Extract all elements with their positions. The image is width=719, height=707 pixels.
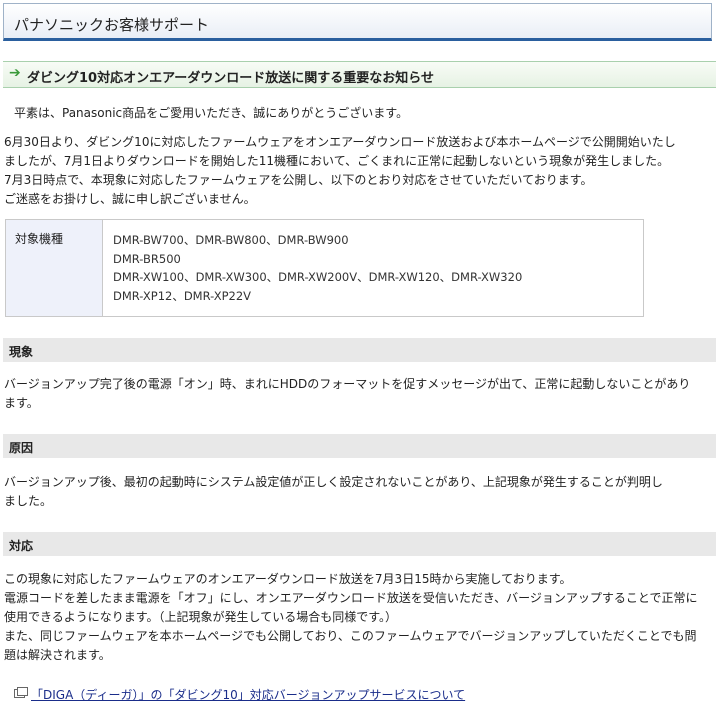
body-line-2: ましたが、7月1日よりダウンロードを開始した11機種において、ごくまれに正常に起…	[4, 154, 670, 168]
target-models-label: 対象機種	[15, 232, 64, 246]
body-line-3: 7月3日時点で、本現象に対応したファームウェアを公開し、以下のとおり対応をさせて…	[4, 173, 593, 187]
notice-title-bar: ➔ ダビング10対応オンエアーダウンロード放送に関する重要なお知らせ	[3, 61, 716, 88]
new-window-icon	[14, 687, 28, 698]
cause-line-2: ました。	[4, 494, 53, 508]
section-heading-label: 対応	[9, 539, 34, 553]
section-heading-label: 現象	[9, 345, 34, 359]
response-line-2: 電源コードを差したまま電源を「オフ」にし、オンエアーダウンロード放送を受信いただ…	[4, 591, 698, 605]
section-heading-cause: 原因	[3, 434, 716, 458]
site-header: パナソニックお客様サポート	[3, 3, 712, 41]
site-title: パナソニックお客様サポート	[14, 16, 210, 34]
model-line: DMR-XP12、DMR-XP22V	[113, 288, 252, 303]
body-line-4: ご迷惑をお掛けし、誠に申し訳ございません。	[4, 192, 256, 206]
cause-line-1: バージョンアップ後、最初の起動時にシステム設定値が正しく設定されないことがあり、…	[4, 475, 663, 489]
intro-text: 平素は、Panasonic商品をご愛用いただき、誠にありがとうございます。	[14, 106, 409, 120]
symptom-line-1: バージョンアップ完了後の電源「オン」時、まれにHDDのフォーマットを促すメッセー…	[4, 377, 691, 391]
response-line-4: また、同じファームウェアを本ホームページでも公開しており、このファームウェアでバ…	[4, 629, 697, 643]
target-models-list: DMR-BW700、DMR-BW800、DMR-BW900 DMR-BR500 …	[113, 231, 522, 305]
model-line: DMR-XW100、DMR-XW300、DMR-XW200V、DMR-XW120…	[113, 270, 523, 284]
response-line-5: 題は解決されます。	[4, 648, 111, 662]
section-heading-symptom: 現象	[3, 338, 716, 362]
section-heading-label: 原因	[9, 441, 34, 455]
arrow-right-icon: ➔	[9, 65, 21, 81]
diga-dubbing10-link[interactable]: 「DIGA（ディーガ）」の「ダビング10」対応バージョンアップサービスについて	[31, 688, 465, 702]
model-line: DMR-BW700、DMR-BW800、DMR-BW900	[113, 233, 349, 247]
response-line-1: この現象に対応したファームウェアのオンエアーダウンロード放送を7月3日15時から…	[4, 572, 572, 586]
notice-title: ダビング10対応オンエアーダウンロード放送に関する重要なお知らせ	[27, 71, 435, 86]
page: パナソニックお客様サポート ➔ ダビング10対応オンエアーダウンロード放送に関す…	[0, 0, 719, 707]
footer-link-row: 「DIGA（ディーガ）」の「ダビング10」対応バージョンアップサービスについて	[14, 686, 465, 703]
target-models-table: 対象機種 DMR-BW700、DMR-BW800、DMR-BW900 DMR-B…	[5, 219, 644, 317]
target-models-header: 対象機種	[6, 220, 103, 316]
model-line: DMR-BR500	[113, 251, 181, 266]
symptom-line-2: ます。	[4, 396, 39, 410]
body-line-1: 6月30日より、ダビング10に対応したファームウェアをオンエアーダウンロード放送…	[4, 135, 676, 149]
section-heading-response: 対応	[3, 532, 716, 556]
response-line-3: 使用できるようになります。（上記現象が発生している場合も同様です。）	[4, 610, 398, 624]
